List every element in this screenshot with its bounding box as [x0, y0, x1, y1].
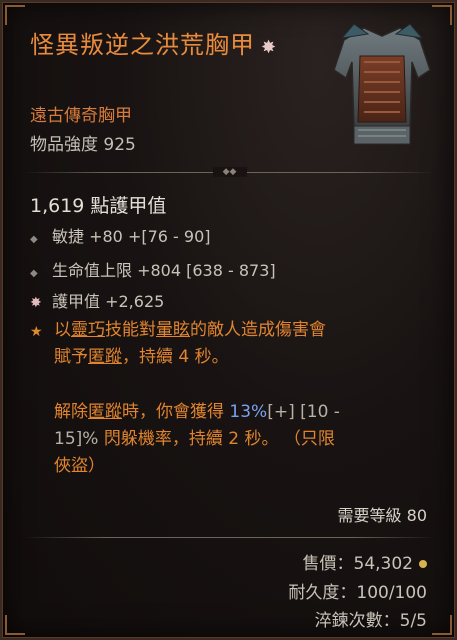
- legendary-line-5: 俠盜）: [54, 456, 105, 476]
- skill-keyword: 暈眩: [156, 320, 190, 340]
- affix-text: 敏捷 +80 +[76 - 90]: [52, 227, 211, 246]
- gold-coin-icon: [419, 560, 427, 568]
- affix-text: 護甲值 +2,625: [52, 292, 165, 311]
- frame-corner: [5, 5, 25, 25]
- legendary-power: 以靈巧技能對暈眩的敵人造成傷害會 賦予匿蹤，持續 4 秒。 解除匿蹤時，你會獲得…: [54, 317, 424, 480]
- affix-text: 生命值上限 +804 [638 - 873]: [52, 261, 276, 280]
- armor-value: 1,619 點護甲值: [30, 195, 167, 217]
- legendary-line-3: 解除匿蹤時，你會獲得 13%[+] [10 -: [54, 402, 340, 422]
- item-tooltip: 怪異叛逆之洪荒胸甲 ✸ 遠古傳奇胸甲 物品強度 925 ◆◆ 1,619 點護甲值…: [0, 0, 457, 640]
- required-level: 需要等級 80: [337, 506, 427, 525]
- legendary-line-1: 以靈巧技能對暈眩的敵人造成傷害會: [54, 320, 326, 340]
- skill-keyword: 匿蹤: [88, 347, 122, 367]
- temper-count: 淬鍊次數：5/5: [314, 611, 427, 631]
- affix-max-life: ◆ 生命值上限 +804 [638 - 873]: [30, 257, 276, 281]
- affix-armor: ✸ 護甲值 +2,625: [30, 288, 164, 312]
- roll-range: [+] [10 -: [267, 402, 340, 422]
- star-bullet-icon: ✸: [30, 295, 42, 311]
- item-subtype: 遠古傳奇胸甲: [30, 106, 132, 126]
- sell-price: 售價：54,302: [303, 549, 427, 574]
- ancestral-star-icon: ✸: [261, 37, 278, 58]
- diamond-bullet-icon: ◆: [30, 234, 38, 245]
- durability: 耐久度：100/100: [288, 583, 427, 603]
- diamond-bullet-icon: ◆: [30, 268, 38, 279]
- item-title-text: 怪異叛逆之洪荒胸甲: [30, 31, 255, 59]
- divider: [24, 537, 435, 538]
- frame-corner: [5, 615, 25, 635]
- chest-armor-icon: [333, 23, 431, 145]
- skill-keyword: 匿蹤: [88, 402, 122, 422]
- legendary-bullet: ★: [30, 321, 52, 340]
- affix-dexterity: ◆ 敏捷 +80 +[76 - 90]: [30, 223, 211, 247]
- skill-keyword: 靈巧: [71, 320, 105, 340]
- item-title: 怪異叛逆之洪荒胸甲 ✸: [30, 30, 300, 63]
- roll-value: 13%: [229, 402, 268, 422]
- divider: ◆◆: [24, 167, 435, 177]
- legendary-line-2: 賦予匿蹤，持續 4 秒。: [54, 347, 229, 367]
- legendary-line-4: 15]% 閃躲機率，持續 2 秒。 （只限: [54, 429, 335, 449]
- legendary-star-icon: ★: [30, 324, 43, 340]
- roll-range: 15]%: [54, 429, 99, 449]
- frame-corner: [432, 615, 452, 635]
- item-power: 物品強度 925: [30, 135, 136, 155]
